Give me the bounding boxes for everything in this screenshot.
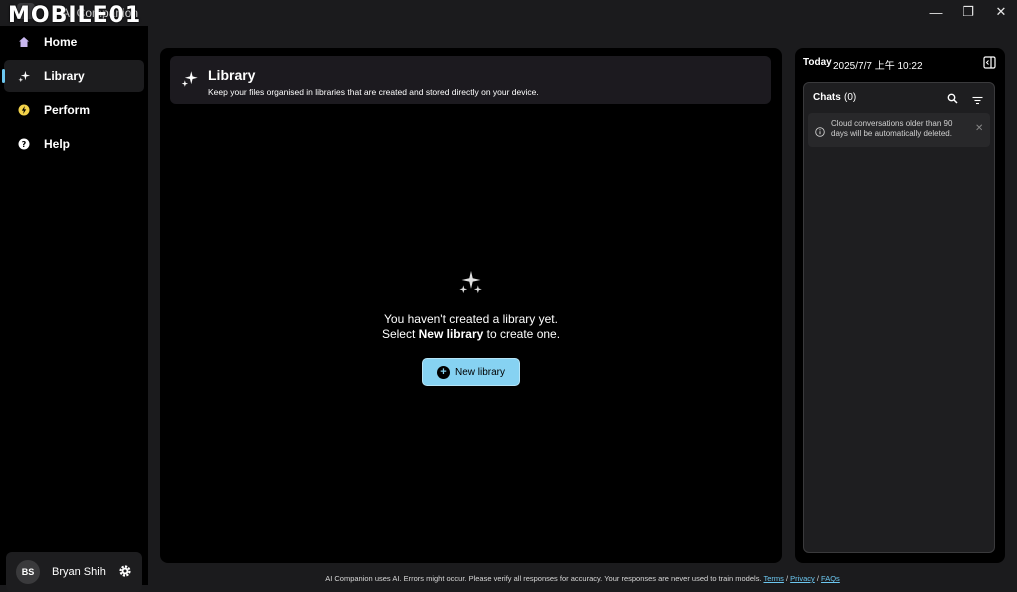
chat-panel: Today 2025/7/7 上午 10:22 Chats (0) Cloud … <box>795 48 1005 563</box>
search-icon[interactable] <box>947 91 958 109</box>
empty-state-instruction: Select New library to create one. <box>160 327 782 341</box>
sidebar-item-label: Home <box>44 35 78 49</box>
plus-circle-icon: + <box>436 365 450 379</box>
user-name: Bryan Shih <box>52 566 106 578</box>
active-indicator <box>2 69 5 83</box>
panel-toggle-icon[interactable] <box>983 56 996 74</box>
sidebar-item-perform[interactable]: Perform <box>4 94 144 126</box>
faqs-link[interactable]: FAQs <box>821 574 840 583</box>
sidebar-item-label: Perform <box>44 103 91 117</box>
sidebar-item-home[interactable]: Home <box>4 26 144 58</box>
instruction-suffix: to create one. <box>483 327 561 341</box>
page-subtitle: Keep your files organised in libraries t… <box>208 87 539 97</box>
today-label: Today <box>803 57 832 68</box>
help-icon: ? <box>4 138 44 150</box>
avatar: BS <box>16 560 40 584</box>
sparkle-icon <box>459 270 483 299</box>
sidebar-item-label: Help <box>44 137 71 151</box>
library-panel: Library Keep your files organised in lib… <box>160 48 782 563</box>
close-icon[interactable]: ✕ <box>975 123 983 134</box>
restore-button[interactable]: ❐ <box>953 2 983 22</box>
title-bar: AI Companion MOBILE01 — ❐ ✕ <box>0 0 1017 28</box>
svg-text:?: ? <box>22 140 27 149</box>
minimize-button[interactable]: — <box>921 2 951 22</box>
sidebar-item-library[interactable]: Library <box>2 60 144 92</box>
filter-icon[interactable] <box>972 92 983 110</box>
page-title: Library <box>208 67 256 83</box>
terms-link[interactable]: Terms <box>763 574 783 583</box>
chats-count: (0) <box>844 92 857 103</box>
footer-text: AI Companion uses AI. Errors might occur… <box>325 574 762 583</box>
sidebar-item-label: Library <box>44 69 85 83</box>
notice-text: Cloud conversations older than 90 days w… <box>831 119 953 138</box>
sidebar-item-help[interactable]: ? Help <box>4 128 144 160</box>
chats-list: Chats (0) Cloud conversations older than… <box>803 82 995 553</box>
privacy-link[interactable]: Privacy <box>790 574 815 583</box>
sparkle-icon <box>4 70 44 83</box>
lightning-icon <box>4 104 44 116</box>
retention-notice: Cloud conversations older than 90 days w… <box>808 113 990 147</box>
chats-title: Chats <box>813 92 841 103</box>
gear-icon[interactable] <box>118 564 134 580</box>
instruction-bold: New library <box>418 327 484 341</box>
empty-state-message: You haven't created a library yet. <box>384 312 558 326</box>
library-header: Library Keep your files organised in lib… <box>170 56 771 104</box>
instruction-prefix: Select <box>381 327 419 341</box>
info-icon <box>815 124 825 142</box>
new-library-label: New library <box>454 366 505 378</box>
footer-disclaimer: AI Companion uses AI. Errors might occur… <box>148 574 1017 583</box>
user-profile[interactable]: BS Bryan Shih <box>6 552 142 592</box>
new-library-button[interactable]: + New library <box>422 358 520 386</box>
sparkle-icon <box>181 70 199 93</box>
home-icon <box>4 36 44 48</box>
sidebar: Home Library Perform ? Help BS Bryan Shi… <box>0 26 148 592</box>
current-datetime: 2025/7/7 上午 10:22 <box>833 61 923 72</box>
close-button[interactable]: ✕ <box>986 2 1016 22</box>
